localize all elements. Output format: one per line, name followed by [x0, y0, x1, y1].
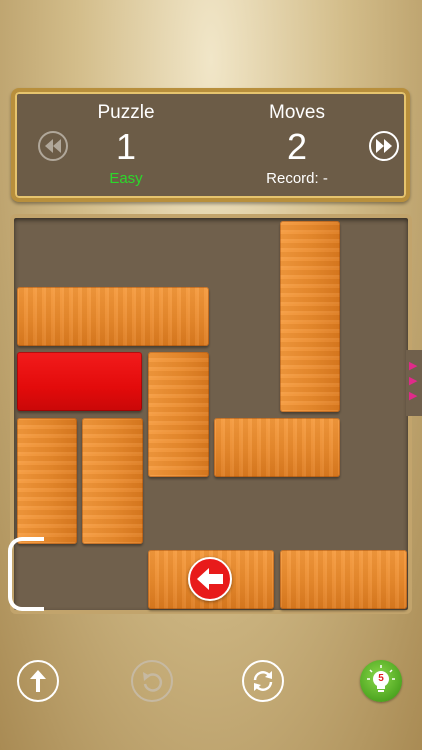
wood-block-horizontal[interactable] — [17, 287, 209, 346]
exit-button[interactable] — [17, 660, 59, 702]
puzzle-label: Puzzle — [97, 102, 155, 123]
next-puzzle-button[interactable] — [369, 131, 399, 161]
exit-arrow-icon: ▶ — [409, 360, 418, 372]
move-hint-arrow — [188, 557, 232, 601]
target-block-red[interactable] — [17, 352, 142, 411]
undo-button[interactable] — [131, 660, 173, 702]
undo-icon — [143, 672, 163, 692]
hint-button[interactable]: 5 — [360, 660, 402, 702]
wood-block-vertical[interactable] — [280, 221, 340, 412]
previous-puzzle-button[interactable] — [38, 131, 68, 161]
wood-block-horizontal[interactable] — [280, 550, 407, 609]
hint-target-bracket — [8, 537, 44, 611]
restart-button[interactable] — [242, 660, 284, 702]
arrow-up-icon — [30, 670, 46, 692]
exit-arrow-icon: ▶ — [409, 375, 418, 387]
wood-block-vertical[interactable] — [17, 418, 77, 544]
rewind-icon — [45, 139, 61, 153]
puzzle-number: 1 — [115, 126, 137, 167]
difficulty-label: Easy — [109, 170, 143, 187]
puzzle-header-panel: Puzzle 1 Easy Moves 2 Record: - — [11, 88, 410, 202]
hint-count-badge: 5 — [378, 673, 384, 684]
exit-arrow-icon: ▶ — [409, 390, 418, 402]
restart-icon — [253, 671, 273, 691]
wood-block-vertical[interactable] — [148, 352, 209, 477]
moves-count: 2 — [286, 126, 308, 167]
fast-forward-icon — [376, 139, 392, 153]
record-label: Record: - — [266, 170, 328, 187]
wood-block-horizontal[interactable] — [214, 418, 340, 477]
arrow-left-icon — [197, 568, 223, 590]
wood-block-vertical[interactable] — [82, 418, 143, 544]
moves-label: Moves — [269, 102, 325, 123]
